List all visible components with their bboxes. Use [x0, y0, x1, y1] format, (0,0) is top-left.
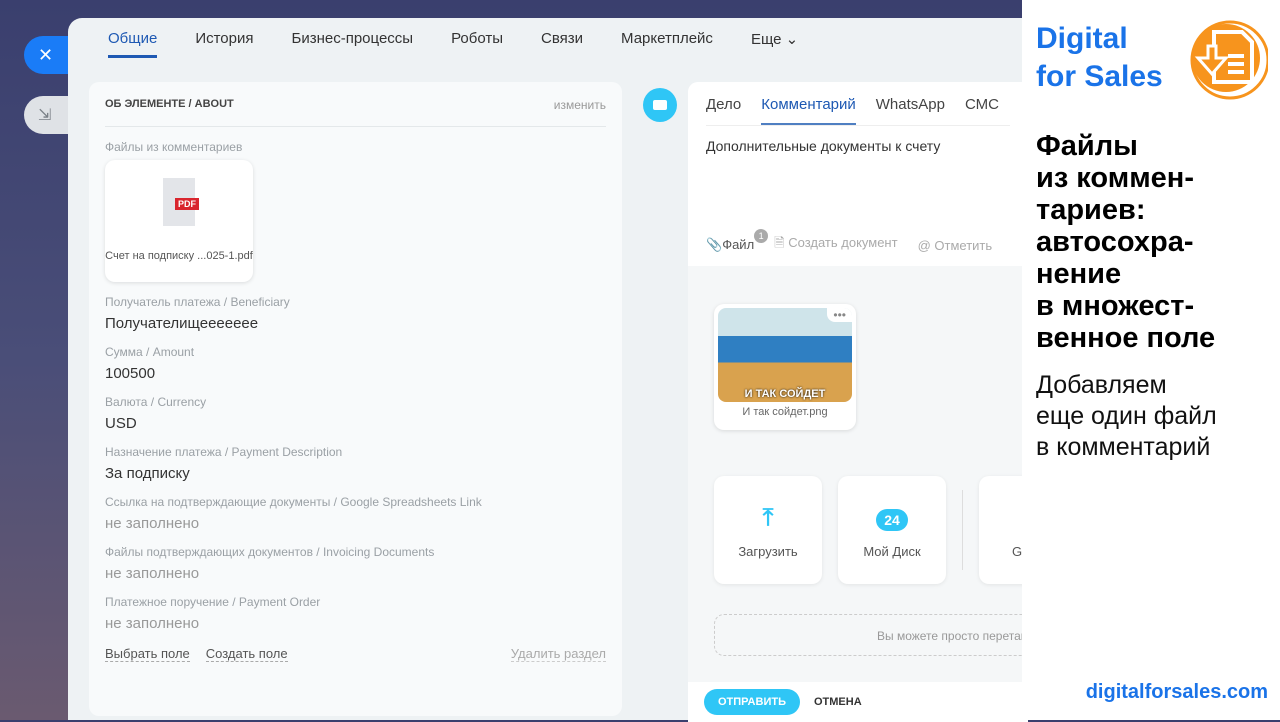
- tab-links[interactable]: Связи: [541, 30, 583, 58]
- tab-general[interactable]: Общие: [108, 30, 158, 58]
- promo-panel: Digital for Sales Файлы из коммен- тариев…: [1022, 0, 1280, 720]
- field-value: не заполнено: [105, 565, 200, 582]
- meme-caption: И ТАК СОЙДЕТ: [744, 388, 826, 400]
- website-link[interactable]: digitalforsales.com: [1086, 681, 1268, 704]
- paperclip-icon: 📎: [706, 237, 723, 252]
- select-field-link[interactable]: Выбрать поле: [105, 646, 190, 662]
- my-disk-button[interactable]: 24 Мой Диск: [838, 476, 946, 584]
- field-label: Платежное поручение / Payment Order: [105, 595, 321, 609]
- edit-link[interactable]: изменить: [554, 98, 606, 112]
- close-icon: ✕: [38, 44, 54, 65]
- tab-sms[interactable]: СМС: [965, 96, 999, 125]
- pdf-icon: PDF: [163, 178, 199, 226]
- mention-button[interactable]: @ Отметить: [918, 238, 993, 253]
- headline: Файлы из коммен- тариев: автосохра- нени…: [1036, 130, 1216, 354]
- drop-zone[interactable]: Вы можете просто перетащить файлы: [714, 614, 1028, 656]
- activity-editor: Дело Комментарий WhatsApp СМС Дополнител…: [688, 82, 1028, 722]
- field-value: USD: [105, 415, 137, 432]
- tab-more[interactable]: Еще ⌄: [751, 30, 798, 58]
- field-value: Получателищеееееее: [105, 315, 259, 332]
- tab-task[interactable]: Дело: [706, 96, 741, 125]
- field-label: Назначение платежа / Payment Description: [105, 445, 343, 459]
- field-label: Валюта / Currency: [105, 395, 207, 409]
- mention-label: Отметить: [934, 237, 993, 253]
- attachment-name: И так сойдет.png: [742, 406, 828, 418]
- my-disk-label: Мой Диск: [863, 544, 921, 559]
- file-name: Счет на подписку ...025-1.pdf: [105, 250, 253, 262]
- brand-logo-icon: [1190, 20, 1268, 100]
- field-label: Ссылка на подтверждающие документы / Goo…: [105, 495, 482, 509]
- field-value: 100500: [105, 365, 156, 382]
- field-label: Файлы из комментариев: [105, 140, 243, 154]
- comment-input[interactable]: Дополнительные документы к счету: [706, 138, 1010, 234]
- file-button[interactable]: 📎Файл 1: [706, 229, 769, 253]
- file-tile[interactable]: PDF Счет на подписку ...025-1.pdf: [105, 160, 253, 282]
- google-drive-button[interactable]: Google: [979, 476, 1028, 584]
- attachment-thumbnail: И ТАК СОЙДЕТ: [718, 308, 852, 402]
- chevron-down-icon: ⌄: [785, 31, 799, 48]
- upload-label: Загрузить: [738, 544, 798, 559]
- more-icon[interactable]: •••: [827, 308, 852, 322]
- field-value: не заполнено: [105, 615, 200, 632]
- send-button[interactable]: ОТПРАВИТЬ: [704, 689, 800, 715]
- upload-button[interactable]: ⤒ Загрузить: [714, 476, 822, 584]
- tab-more-label: Еще: [750, 31, 782, 48]
- attachment-tile[interactable]: И ТАК СОЙДЕТ ••• И так сойдет.png: [714, 304, 856, 430]
- cancel-button[interactable]: ОТМЕНА: [814, 696, 862, 708]
- delete-section-link[interactable]: Удалить раздел: [510, 646, 606, 662]
- about-card: ОБ ЭЛЕМЕНТЕ / ABOUT изменить Файлы из ком…: [89, 82, 622, 716]
- tab-robots[interactable]: Роботы: [451, 30, 503, 58]
- document-icon: 🗎: [774, 235, 785, 250]
- field-label: Сумма / Amount: [105, 345, 195, 359]
- tab-bar: Общие История Бизнес-процессы Роботы Свя…: [108, 30, 798, 58]
- section-title: ОБ ЭЛЕМЕНТЕ / ABOUT: [105, 98, 234, 110]
- tab-marketplace[interactable]: Маркетплейс: [621, 30, 713, 58]
- entity-slider: Общие История Бизнес-процессы Роботы Свя…: [68, 18, 1028, 722]
- field-label: Получатель платежа / Beneficiary: [105, 295, 290, 309]
- at-icon: @: [917, 237, 931, 253]
- field-value: не заполнено: [105, 515, 200, 532]
- subtext: Добавляем еще один файл в комментарий: [1036, 371, 1217, 461]
- file-count-badge: 1: [754, 229, 769, 243]
- tab-business-processes[interactable]: Бизнес-процессы: [292, 30, 414, 58]
- upload-icon: ⤒: [762, 504, 774, 531]
- field-label: Файлы подтверждающих документов / Invoic…: [105, 545, 435, 559]
- cloud-icon: 24: [876, 509, 908, 531]
- collapse-icon: ⇲: [38, 107, 52, 124]
- pdf-badge: PDF: [175, 198, 199, 210]
- tab-whatsapp[interactable]: WhatsApp: [876, 96, 945, 125]
- tab-comment[interactable]: Комментарий: [761, 96, 856, 125]
- create-field-link[interactable]: Создать поле: [205, 646, 288, 662]
- create-document-label: Создать документ: [788, 235, 898, 250]
- field-value: За подписку: [105, 465, 190, 482]
- create-document-button[interactable]: 🗎 Создать документ: [774, 234, 897, 256]
- tab-history[interactable]: История: [195, 30, 253, 58]
- comment-icon: [643, 88, 677, 122]
- divider: [962, 490, 963, 570]
- file-label: Файл: [722, 237, 755, 252]
